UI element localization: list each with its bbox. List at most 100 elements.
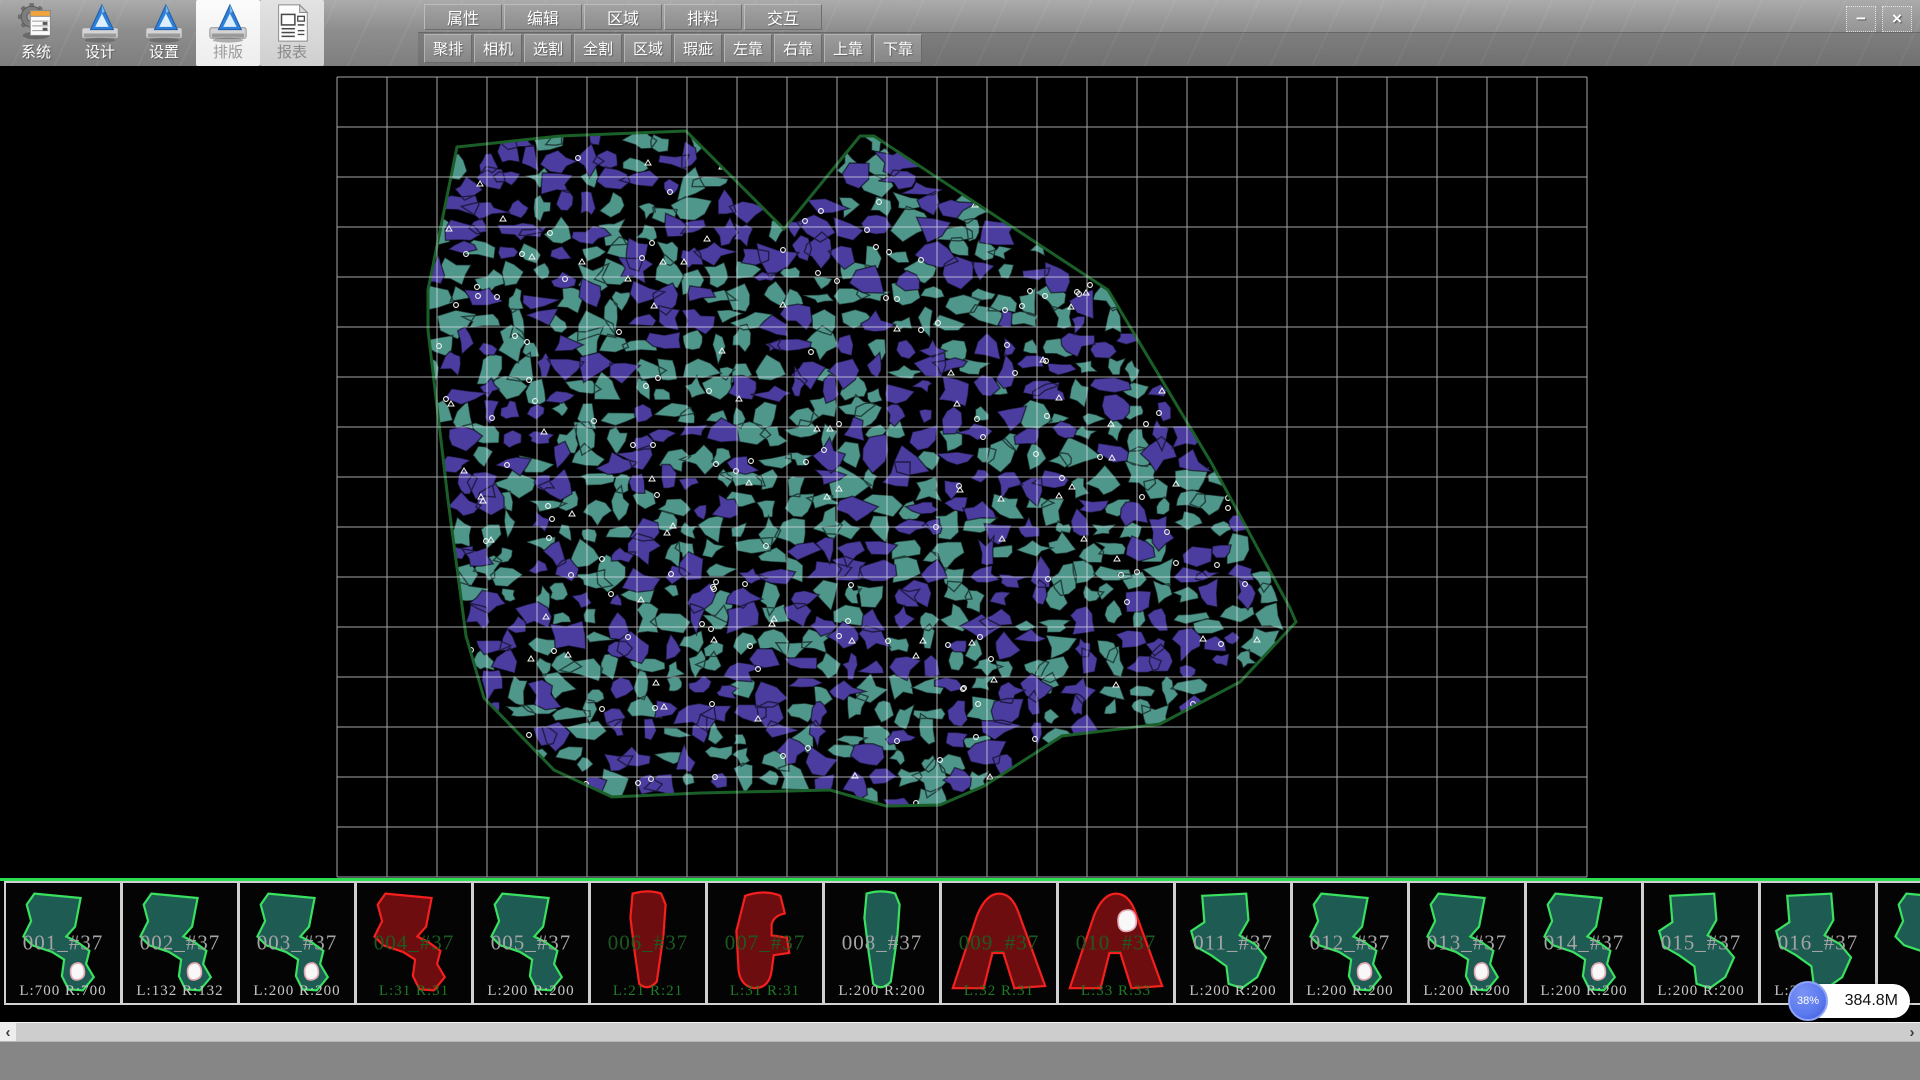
piece-id: 004_#37 (357, 931, 471, 956)
report-document-icon (271, 2, 313, 44)
settings-setsquare-icon (143, 2, 185, 44)
toolbar-big-buttons: 系统 设计 设置 排版 (4, 0, 324, 66)
menu1-button-2[interactable]: 编辑 (504, 4, 582, 30)
status-bar (0, 1041, 1920, 1080)
minimize-button[interactable]: − (1846, 6, 1876, 32)
toolbar-button-label: 系统 (21, 44, 51, 62)
piece-thumbnail-11[interactable]: 011_#37 L:200 R:200 (1174, 881, 1292, 1005)
piece-id: 006_#37 (591, 931, 705, 956)
menu-row-2: 聚排相机选割全割区域瑕疵左靠右靠上靠下靠 (424, 34, 922, 63)
piece-id: 008_#37 (825, 931, 939, 956)
piece-id: 013_#37 (1410, 931, 1524, 956)
piece-id: 0 (1878, 931, 1920, 956)
layout-setsquare-icon (207, 2, 249, 44)
piece-lr-values: L:200 R:200 (1293, 983, 1407, 1000)
menu2-button-6[interactable]: 瑕疵 (674, 34, 722, 63)
menu2-button-5[interactable]: 区域 (624, 34, 672, 63)
close-button[interactable]: × (1882, 6, 1912, 32)
piece-lr-values: L:21 R:21 (591, 983, 705, 1000)
piece-thumbnail-1[interactable]: 001_#37 L:700 R:700 (4, 881, 122, 1005)
piece-id: 002_#37 (123, 931, 237, 956)
canvas-svg (0, 66, 1920, 878)
menu2-button-9[interactable]: 上靠 (824, 34, 872, 63)
pieces-thumbnail-strip: 001_#37 L:700 R:700 002_#37 L:132 R:132 … (0, 881, 1920, 1005)
design-setsquare-icon (79, 2, 121, 44)
piece-id: 003_#37 (240, 931, 354, 956)
piece-thumbnail-14[interactable]: 014_#37 L:200 R:200 (1525, 881, 1643, 1005)
piece-id: 001_#37 (6, 931, 120, 956)
main-toolbar: 系统 设计 设置 排版 (0, 0, 1920, 66)
nesting-canvas[interactable] (0, 66, 1920, 878)
menu2-button-1[interactable]: 聚排 (424, 34, 472, 63)
toolbar-button-3[interactable]: 设置 (132, 0, 196, 66)
window-controls: − × (1846, 6, 1912, 32)
piece-id: 016_#37 (1761, 931, 1875, 956)
piece-thumbnail-3[interactable]: 003_#37 L:200 R:200 (238, 881, 356, 1005)
menu2-button-2[interactable]: 相机 (474, 34, 522, 63)
piece-hole (304, 963, 318, 980)
piece-id: 007_#37 (708, 931, 822, 956)
piece-thumbnail-10[interactable]: 010_#37 L:33 R:33 (1057, 881, 1175, 1005)
menu1-button-4[interactable]: 排料 (664, 4, 742, 30)
scroll-left-button[interactable]: ‹ (0, 1023, 16, 1041)
menu2-button-10[interactable]: 下靠 (874, 34, 922, 63)
toolbar-button-1[interactable]: 系统 (4, 0, 68, 66)
horizontal-scrollbar[interactable]: ‹ › (0, 1022, 1920, 1041)
toolbar-button-4[interactable]: 排版 (196, 0, 260, 66)
piece-hole (1357, 963, 1371, 980)
menu2-button-8[interactable]: 右靠 (774, 34, 822, 63)
piece-lr-values: L:132 R:132 (123, 983, 237, 1000)
toolbar-button-5[interactable]: 报表 (260, 0, 324, 66)
piece-thumbnail-12[interactable]: 012_#37 L:200 R:200 (1291, 881, 1409, 1005)
piece-thumbnail-15[interactable]: 015_#37 L:200 R:200 (1642, 881, 1760, 1005)
menu2-button-3[interactable]: 选割 (524, 34, 572, 63)
piece-hole (1118, 910, 1136, 931)
piece-id: 014_#37 (1527, 931, 1641, 956)
toolbar-button-label: 设计 (85, 44, 115, 62)
piece-id: 015_#37 (1644, 931, 1758, 956)
piece-hole (70, 963, 84, 980)
piece-hole (1591, 963, 1605, 980)
piece-lr-values: L:700 R:700 (6, 983, 120, 1000)
piece-hole (187, 963, 201, 980)
piece-thumbnail-9[interactable]: 009_#37 L:32 R:31 (940, 881, 1058, 1005)
piece-hole (1474, 963, 1488, 980)
toolbar-button-label: 排版 (213, 44, 243, 62)
piece-thumbnail-2[interactable]: 002_#37 L:132 R:132 (121, 881, 239, 1005)
piece-thumbnail-4[interactable]: 004_#37 L:31 R:31 (355, 881, 473, 1005)
piece-lr-values: L:200 R:200 (240, 983, 354, 1000)
piece-lr-values: L:200 R:200 (1410, 983, 1524, 1000)
piece-id: 011_#37 (1176, 931, 1290, 956)
piece-lr-values: L:200 R:200 (474, 983, 588, 1000)
piece-thumbnail-7[interactable]: 007_#37 L:31 R:31 (706, 881, 824, 1005)
piece-lr-values: L:33 R:33 (1059, 983, 1173, 1000)
progress-circle: 38% (1788, 981, 1828, 1021)
piece-id: 010_#37 (1059, 931, 1173, 956)
piece-lr-values: L:200 R:200 (1527, 983, 1641, 1000)
piece-lr-values: L:31 R:31 (708, 983, 822, 1000)
piece-lr-values: L:200 R:200 (1644, 983, 1758, 1000)
piece-lr-values: L:200 R:200 (825, 983, 939, 1000)
piece-thumbnail-5[interactable]: 005_#37 L:200 R:200 (472, 881, 590, 1005)
piece-thumbnail-6[interactable]: 006_#37 L:21 R:21 (589, 881, 707, 1005)
piece-id: 012_#37 (1293, 931, 1407, 956)
menu2-button-4[interactable]: 全割 (574, 34, 622, 63)
piece-lr-values: L:200 R:200 (1176, 983, 1290, 1000)
menu-row-1: 属性编辑区域排料交互 (424, 4, 822, 30)
toolbar-button-2[interactable]: 设计 (68, 0, 132, 66)
piece-id: 009_#37 (942, 931, 1056, 956)
memory-value: 384.8M (1845, 992, 1898, 1010)
menu1-button-3[interactable]: 区域 (584, 4, 662, 30)
scroll-right-button[interactable]: › (1904, 1023, 1920, 1041)
piece-lr-values: L:32 R:31 (942, 983, 1056, 1000)
progress-percent: 38% (1797, 995, 1819, 1007)
memory-progress-badge: 384.8M 38% (1788, 981, 1912, 1021)
menu2-button-7[interactable]: 左靠 (724, 34, 772, 63)
toolbar-button-label: 报表 (277, 44, 307, 62)
menu1-button-5[interactable]: 交互 (744, 4, 822, 30)
system-gear-icon (15, 2, 57, 44)
piece-id: 005_#37 (474, 931, 588, 956)
menu1-button-1[interactable]: 属性 (424, 4, 502, 30)
piece-thumbnail-13[interactable]: 013_#37 L:200 R:200 (1408, 881, 1526, 1005)
piece-thumbnail-8[interactable]: 008_#37 L:200 R:200 (823, 881, 941, 1005)
